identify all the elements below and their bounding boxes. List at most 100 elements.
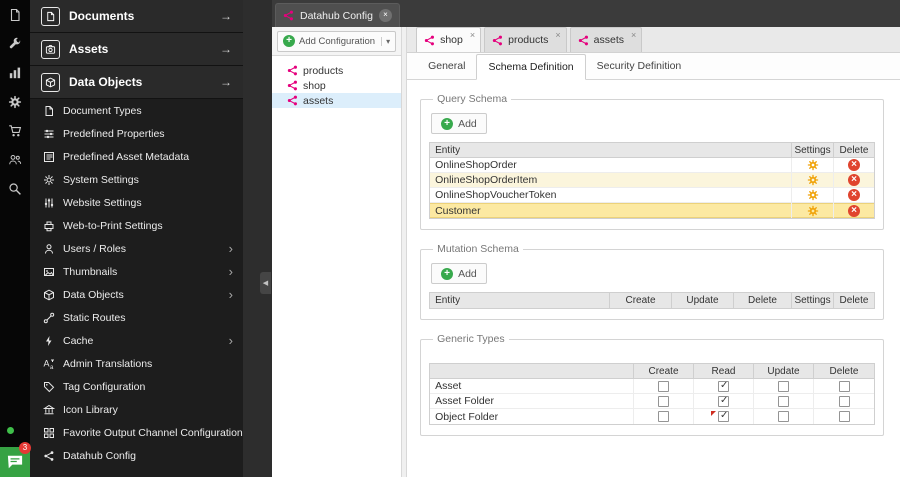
create-cell bbox=[634, 379, 694, 393]
column-header-create[interactable]: Create bbox=[610, 293, 672, 308]
column-header-delete[interactable]: Delete bbox=[834, 143, 874, 157]
sidebar-item-admin-translations[interactable]: Aa Admin Translations bbox=[30, 352, 243, 375]
column-header-update[interactable]: Update bbox=[672, 293, 734, 308]
plus-icon bbox=[441, 117, 454, 130]
datahub-window: Add Configuration ▾ products shop bbox=[272, 27, 900, 477]
sidebar-item-users-roles[interactable]: Users / Roles bbox=[30, 237, 243, 260]
tree-item-products[interactable]: products bbox=[272, 63, 401, 78]
delete-checkbox[interactable] bbox=[838, 380, 850, 392]
sidebar-item-assets[interactable]: Assets → bbox=[30, 33, 243, 66]
sidebar-item-datahub-config[interactable]: Datahub Config bbox=[30, 444, 243, 467]
column-header-name[interactable] bbox=[430, 364, 634, 378]
delete-icon[interactable] bbox=[848, 174, 860, 186]
query-schema-add-button[interactable]: Add bbox=[431, 113, 487, 134]
settings-gear-icon[interactable] bbox=[792, 203, 834, 218]
column-header-entity[interactable]: Entity bbox=[430, 293, 610, 308]
delete-icon[interactable] bbox=[848, 204, 860, 217]
ecommerce-cart-icon[interactable] bbox=[7, 123, 23, 139]
column-header-delete2[interactable]: Delete bbox=[834, 293, 874, 308]
create-checkbox[interactable] bbox=[658, 411, 669, 422]
table-header-row: Entity Settings Delete bbox=[430, 143, 874, 158]
table-row-asset[interactable]: Asset bbox=[430, 379, 874, 394]
tab-general[interactable]: General bbox=[417, 53, 476, 79]
column-header-delete[interactable]: Delete bbox=[734, 293, 792, 308]
mutation-schema-add-button[interactable]: Add bbox=[431, 263, 487, 284]
add-configuration-button[interactable]: Add Configuration ▾ bbox=[277, 30, 397, 52]
delete-checkbox[interactable] bbox=[838, 411, 850, 422]
table-row-onlineshoporder[interactable]: OnlineShopOrder bbox=[430, 158, 874, 173]
tree-item-shop[interactable]: shop bbox=[272, 78, 401, 93]
sidebar-item-predefined-properties[interactable]: Predefined Properties bbox=[30, 122, 243, 145]
translate-icon: Aa bbox=[44, 358, 54, 370]
users-icon[interactable] bbox=[7, 152, 23, 168]
create-checkbox[interactable] bbox=[658, 395, 669, 407]
sidebar-item-system-settings[interactable]: System Settings bbox=[30, 168, 243, 191]
sidebar-item-static-routes[interactable]: Static Routes bbox=[30, 306, 243, 329]
delete-cell bbox=[834, 173, 874, 187]
column-header-entity[interactable]: Entity bbox=[430, 143, 792, 157]
table-row-onlineshopvouchertoken[interactable]: OnlineShopVoucherToken bbox=[430, 188, 874, 203]
delete-icon[interactable] bbox=[848, 159, 860, 171]
update-checkbox[interactable] bbox=[778, 380, 789, 392]
read-checkbox[interactable] bbox=[718, 380, 729, 392]
window-tab-datahub-config[interactable]: Datahub Config × bbox=[275, 3, 400, 27]
sidebar-item-data-objects[interactable]: Data Objects bbox=[30, 283, 243, 306]
sidebar-item-favorite-output-channel-configurations[interactable]: Favorite Output Channel Configurations bbox=[30, 421, 243, 444]
expand-arrow-icon: → bbox=[220, 9, 232, 23]
tab-products[interactable]: products × bbox=[484, 27, 567, 52]
settings-gear-icon[interactable] bbox=[792, 173, 834, 187]
collapse-panel-chevron[interactable]: ◀ bbox=[260, 272, 271, 294]
column-header-update[interactable]: Update bbox=[754, 364, 814, 378]
tab-security-definition[interactable]: Security Definition bbox=[586, 53, 693, 79]
documents-icon[interactable] bbox=[7, 7, 23, 23]
tab-shop[interactable]: shop × bbox=[416, 27, 482, 52]
update-checkbox[interactable] bbox=[778, 395, 789, 407]
sidebar-item-thumbnails[interactable]: Thumbnails bbox=[30, 260, 243, 283]
close-icon[interactable]: × bbox=[468, 28, 476, 40]
sidebar-item-icon-library[interactable]: Icon Library bbox=[30, 398, 243, 421]
sidebar-item-web-to-print-settings[interactable]: Web-to-Print Settings bbox=[30, 214, 243, 237]
chat-tile[interactable]: 3 bbox=[0, 442, 31, 477]
column-header-settings[interactable]: Settings bbox=[792, 293, 834, 308]
delete-icon[interactable] bbox=[848, 189, 860, 201]
sliders-icon bbox=[44, 129, 54, 138]
settings-gear-icon[interactable] bbox=[7, 94, 23, 110]
close-icon[interactable]: × bbox=[553, 28, 561, 40]
column-header-delete[interactable]: Delete bbox=[814, 364, 874, 378]
search-icon[interactable] bbox=[7, 181, 23, 197]
table-row-onlineshoporderitem[interactable]: OnlineShopOrderItem bbox=[430, 173, 874, 188]
schema-definition-content: Query Schema Add Entity Settings Delete bbox=[407, 80, 900, 477]
update-checkbox[interactable] bbox=[778, 411, 789, 422]
sidebar-item-document-types[interactable]: Document Types bbox=[30, 99, 243, 122]
sidebar-item-tag-configuration[interactable]: Tag Configuration bbox=[30, 375, 243, 398]
generic-types-fieldset: Generic Types Create Read Update Delete … bbox=[420, 333, 884, 436]
chevron-down-icon[interactable]: ▾ bbox=[381, 36, 390, 46]
column-header-create[interactable]: Create bbox=[634, 364, 694, 378]
read-checkbox[interactable] bbox=[718, 410, 729, 422]
close-icon[interactable]: × bbox=[629, 28, 637, 40]
sidebar-item-data-objects[interactable]: Data Objects → bbox=[30, 66, 243, 99]
table-row-object-folder[interactable]: Object Folder bbox=[430, 409, 874, 424]
sidebar-item-predefined-asset-metadata[interactable]: Predefined Asset Metadata bbox=[30, 145, 243, 168]
sidebar-item-cache[interactable]: Cache bbox=[30, 329, 243, 352]
tree-item-assets[interactable]: assets bbox=[272, 93, 402, 108]
read-checkbox[interactable] bbox=[718, 395, 729, 407]
sidebar-item-documents[interactable]: Documents → bbox=[30, 0, 243, 33]
close-icon[interactable]: × bbox=[378, 9, 392, 22]
table-row-asset-folder[interactable]: Asset Folder bbox=[430, 394, 874, 409]
settings-gear-icon[interactable] bbox=[792, 188, 834, 202]
column-header-read[interactable]: Read bbox=[694, 364, 754, 378]
sidebar-item-website-settings[interactable]: Website Settings bbox=[30, 191, 243, 214]
document-types-icon bbox=[45, 105, 53, 116]
sidebar-item-label: Predefined Asset Metadata bbox=[63, 150, 190, 163]
delete-checkbox[interactable] bbox=[838, 395, 850, 407]
reports-icon[interactable] bbox=[7, 65, 23, 81]
tab-schema-definition[interactable]: Schema Definition bbox=[476, 54, 586, 80]
configuration-tree-panel: Add Configuration ▾ products shop bbox=[272, 27, 402, 477]
column-header-settings[interactable]: Settings bbox=[792, 143, 834, 157]
settings-gear-icon[interactable] bbox=[792, 158, 834, 172]
tab-assets[interactable]: assets × bbox=[569, 27, 643, 52]
table-row-customer-selected[interactable]: Customer bbox=[430, 203, 874, 218]
create-checkbox[interactable] bbox=[658, 380, 669, 392]
build-tools-icon[interactable] bbox=[7, 36, 23, 52]
